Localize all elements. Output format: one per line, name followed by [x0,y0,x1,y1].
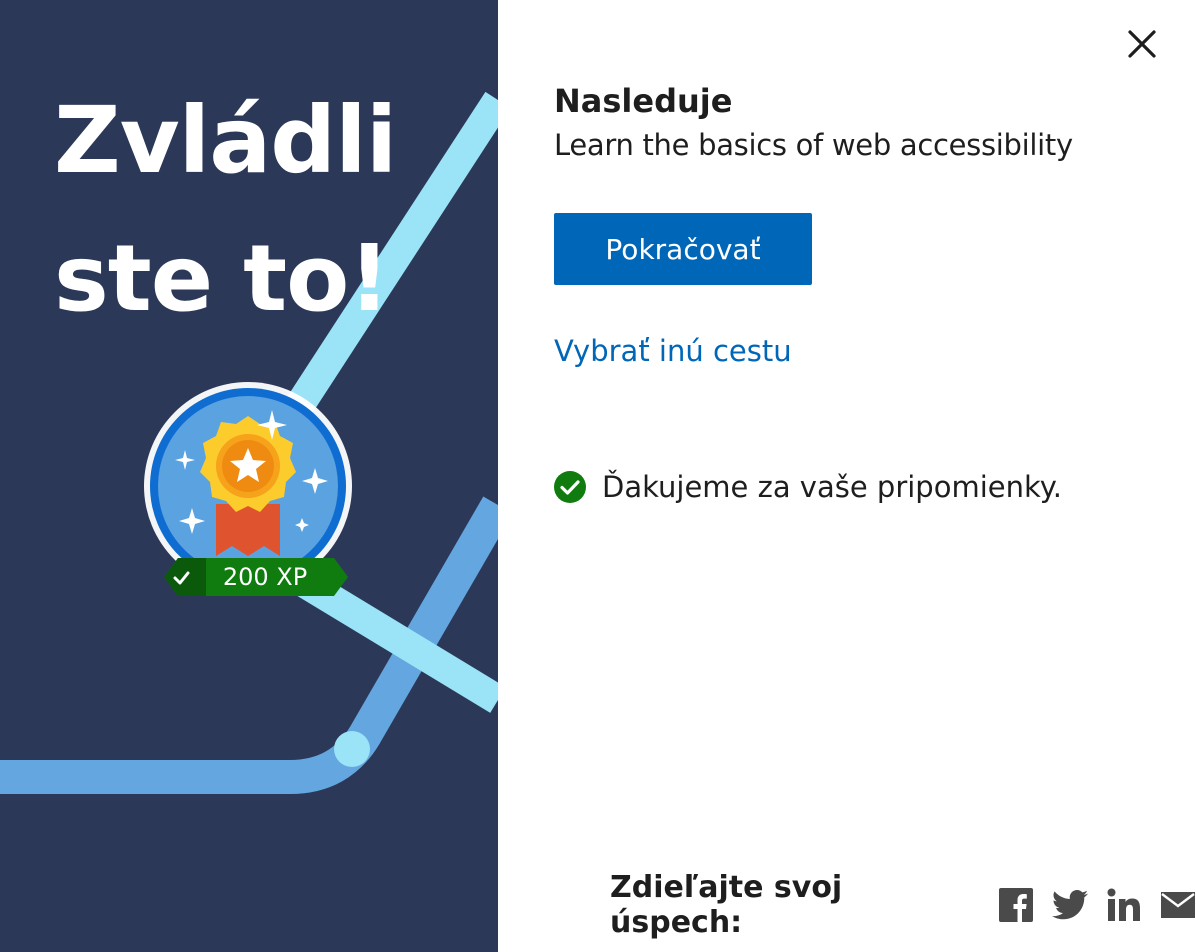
achievement-badge: 200 XP [140,380,360,610]
email-share-button[interactable] [1160,886,1196,924]
share-section: Zdieľajte svoj úspech: [610,870,1196,940]
feedback-confirmation: Ďakujeme za vaše pripomienky. [554,470,1062,504]
share-label: Zdieľajte svoj úspech: [610,870,843,940]
facebook-share-button[interactable] [998,886,1034,924]
choose-other-path-link[interactable]: Vybrať inú cestu [554,334,792,368]
xp-label: 200 XP [222,563,308,591]
next-steps-panel: Nasleduje Learn the basics of web access… [498,0,1196,952]
close-icon [1128,30,1156,58]
close-button[interactable] [1122,24,1162,64]
twitter-share-button[interactable] [1052,886,1089,924]
next-module-title: Learn the basics of web accessibility [554,128,1073,162]
feedback-message: Ďakujeme za vaše pripomienky. [602,470,1062,504]
linkedin-share-button[interactable] [1106,886,1142,924]
linkedin-icon [1107,888,1141,921]
twitter-icon [1052,890,1089,920]
facebook-icon [999,888,1034,922]
celebration-panel: Zvládli ste to! 200 XP [0,0,498,952]
headline: Zvládli ste to! [54,87,397,332]
success-check-icon [554,471,586,503]
email-icon [1161,892,1196,918]
next-heading: Nasleduje [554,82,733,120]
continue-button[interactable]: Pokračovať [554,213,812,285]
